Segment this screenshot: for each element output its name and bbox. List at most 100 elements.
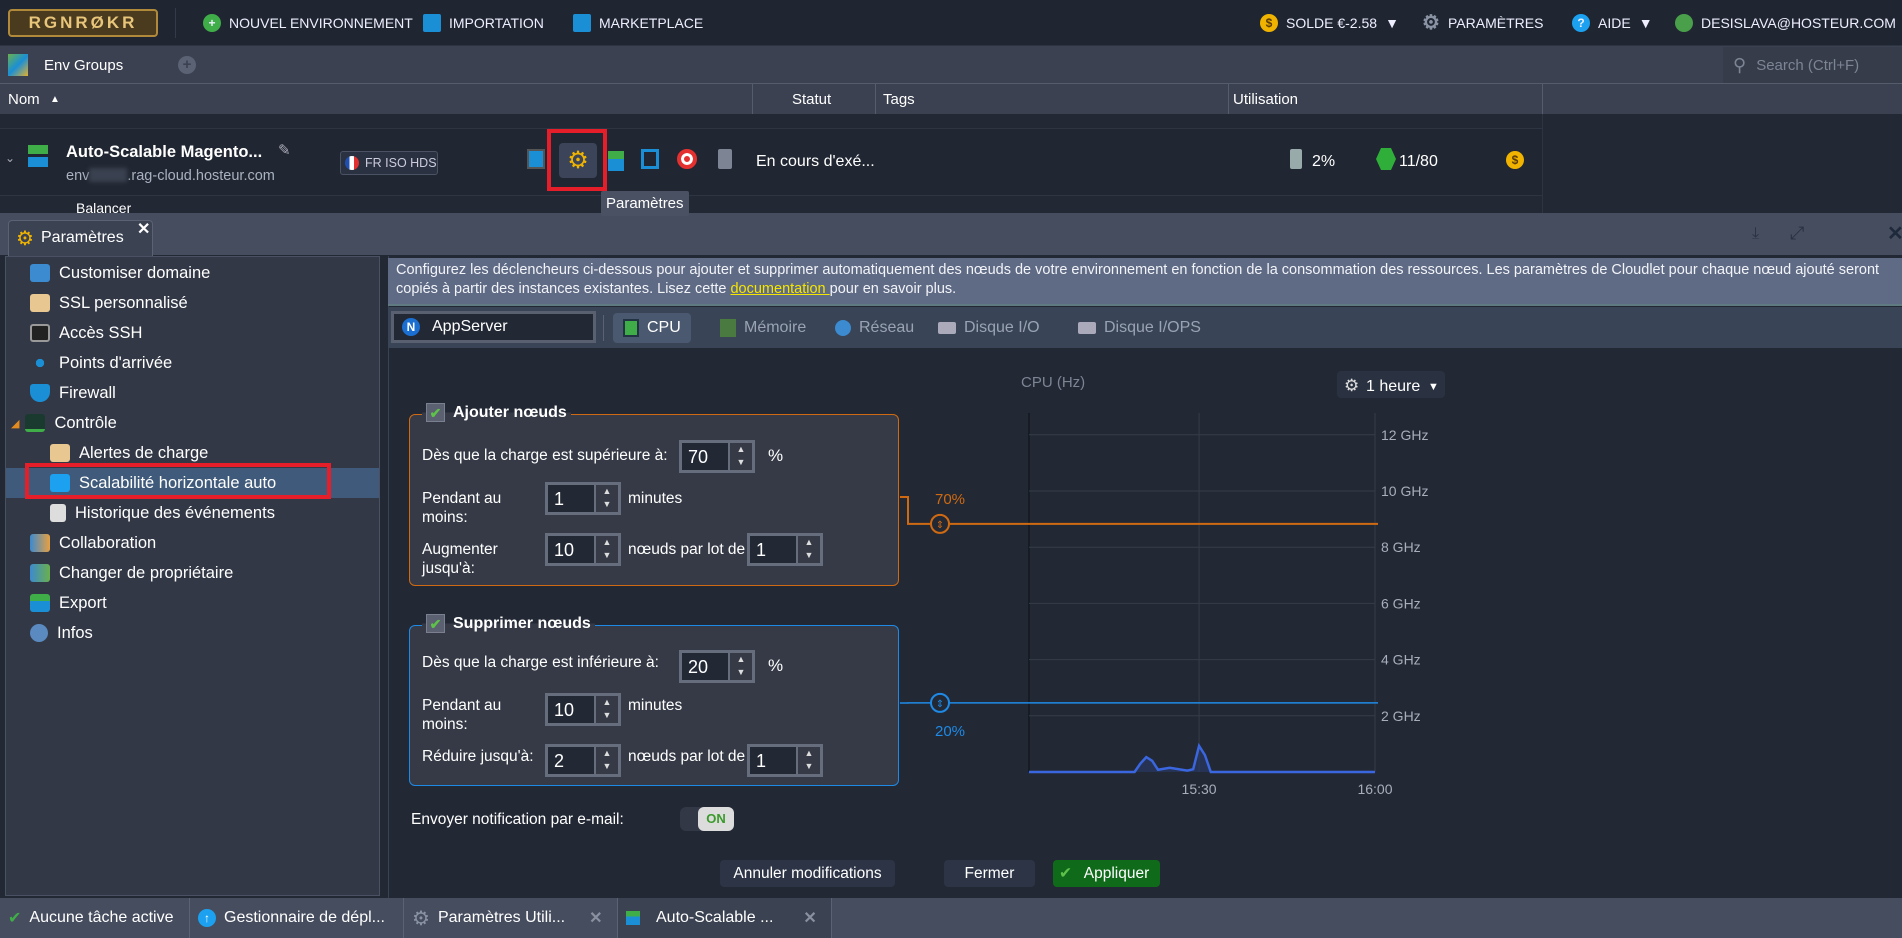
add-batch-stepper[interactable]: 1 ▲ ▼ — [747, 533, 823, 566]
y-tick-label: 4 GHz — [1381, 652, 1421, 668]
plus-icon: + — [203, 14, 221, 32]
environment-name[interactable]: Auto-Scalable Magento... — [66, 143, 262, 162]
tab-disk-io[interactable]: Disque I/O — [928, 313, 1050, 343]
spinner-arrows-icon[interactable]: ▲ ▼ — [594, 536, 618, 563]
close-button[interactable]: Fermer — [944, 860, 1035, 887]
apply-button[interactable]: ✔ Appliquer — [1053, 860, 1160, 887]
close-panel-icon[interactable]: ✕ — [1887, 221, 1902, 246]
column-status[interactable]: Statut — [792, 91, 831, 108]
marketplace-button[interactable]: MARKETPLACE — [573, 0, 703, 46]
task-deployment-manager[interactable]: ↑ Gestionnaire de dépl... — [190, 898, 404, 938]
notify-label: Envoyer notification par e-mail: — [411, 811, 624, 828]
sidebar-item-firewall[interactable]: Firewall — [6, 378, 379, 408]
info-banner: Configurez les déclencheurs ci-dessous p… — [388, 258, 1902, 306]
threshold-line — [900, 496, 1378, 525]
env-groups-link[interactable]: Env Groups — [44, 57, 123, 74]
sidebar-item-monitoring[interactable]: ◢ Contrôle — [6, 408, 379, 438]
cancel-changes-button[interactable]: Annuler modifications — [720, 860, 895, 887]
gear-icon: ⚙ — [1422, 12, 1440, 34]
close-icon[interactable]: ✕ — [589, 908, 602, 928]
money-bag-icon: $ — [1260, 14, 1278, 32]
add-max-nodes-stepper[interactable]: 10 ▲ ▼ — [545, 533, 621, 566]
tab-cpu[interactable]: CPU — [613, 313, 691, 343]
environment-row[interactable]: ⌄ Auto-Scalable Magento... ✎ env .rag-clo… — [0, 128, 1542, 196]
period-dropdown[interactable]: ⚙ 1 heure ▼ — [1337, 371, 1445, 398]
task-auto-scalable[interactable]: Auto-Scalable ... ✕ — [618, 898, 832, 938]
edit-icon[interactable]: ✎ — [278, 141, 291, 159]
sidebar-item-collaboration[interactable]: Collaboration — [6, 528, 379, 558]
sidebar-item-ssl[interactable]: SSL personnalisé — [6, 288, 379, 318]
import-button[interactable]: IMPORTATION — [423, 0, 544, 46]
export-icon — [30, 594, 50, 612]
close-tab-icon[interactable]: ✕ — [137, 219, 150, 239]
spinner-arrows-icon[interactable]: ▲ ▼ — [728, 653, 752, 680]
y-tick-label: 12 GHz — [1381, 427, 1428, 443]
threshold-label: 70% — [935, 491, 965, 508]
tab-parametres[interactable]: ⚙ Paramètres ✕ — [8, 220, 153, 256]
maximize-icon[interactable]: ⤢ — [1790, 223, 1804, 244]
spinner-arrows-icon[interactable]: ▲ ▼ — [594, 485, 618, 512]
clone-icon[interactable] — [641, 149, 659, 169]
add-group-icon[interactable]: + — [178, 56, 196, 74]
column-usage[interactable]: Utilisation — [1233, 91, 1298, 108]
remove-duration-stepper[interactable]: 10 ▲ ▼ — [545, 693, 621, 726]
cloud-upload-icon: ↑ — [198, 909, 216, 927]
balance-menu[interactable]: $ SOLDE €-2.58 ▼ — [1260, 0, 1399, 46]
sidebar-item-ssh[interactable]: Accès SSH — [6, 318, 379, 348]
tab-network[interactable]: Réseau — [825, 313, 924, 343]
sidebar-item-change-owner[interactable]: Changer de propriétaire — [6, 558, 379, 588]
threshold-label: 20% — [935, 723, 965, 740]
column-header: Nom ▲ Statut Tags Utilisation — [0, 84, 1902, 114]
add-node-icon[interactable] — [608, 151, 624, 171]
sidebar-item-endpoints[interactable]: Points d'arrivée — [6, 348, 379, 378]
gear-icon: ⚙ — [1344, 376, 1359, 395]
import-icon — [423, 14, 441, 32]
environment-topology-icon — [626, 911, 640, 925]
spinner-arrows-icon[interactable]: ▲ ▼ — [594, 747, 618, 774]
spinner-arrows-icon[interactable]: ▲ ▼ — [728, 443, 752, 470]
new-environment-button[interactable]: + NOUVEL ENVIRONNEMENT — [203, 0, 413, 46]
user-icon — [1675, 14, 1693, 32]
environment-domain[interactable]: env .rag-cloud.hosteur.com — [66, 168, 275, 184]
download-icon[interactable]: ⤓ — [1752, 225, 1759, 243]
stop-icon[interactable] — [677, 149, 697, 169]
spinner-arrows-icon[interactable]: ▲ ▼ — [796, 747, 820, 774]
shield-icon — [30, 384, 50, 402]
remove-nodes-checkbox[interactable]: ✔ — [426, 614, 445, 633]
chevron-down-icon[interactable]: ⌄ — [5, 151, 15, 165]
column-tags[interactable]: Tags — [883, 91, 915, 108]
documentation-link[interactable]: documentation — [730, 281, 829, 297]
settings-button[interactable]: ⚙ PARAMÈTRES — [1422, 0, 1543, 46]
remove-load-threshold-stepper[interactable]: 20 ▲ ▼ — [679, 650, 755, 683]
close-icon[interactable]: ✕ — [803, 908, 816, 928]
disk-usage: 2% — [1312, 153, 1336, 170]
add-duration-stepper[interactable]: 1 ▲ ▼ — [545, 482, 621, 515]
remove-batch-stepper[interactable]: 1 ▲ ▼ — [747, 744, 823, 777]
billing-icon[interactable]: $ — [1506, 151, 1524, 169]
sidebar-item-event-history[interactable]: Historique des événements — [6, 498, 379, 528]
task-user-settings[interactable]: ⚙ Paramètres Utili... ✕ — [404, 898, 618, 938]
column-name[interactable]: Nom — [8, 91, 40, 108]
spinner-arrows-icon[interactable]: ▲ ▼ — [594, 696, 618, 723]
trash-icon[interactable] — [718, 149, 732, 169]
user-menu[interactable]: DESISLAVA@HOSTEUR.COM▼ — [1675, 0, 1902, 46]
add-load-threshold-stepper[interactable]: 70 ▲ ▼ — [679, 440, 755, 473]
nginx-icon: N — [402, 318, 420, 336]
spinner-arrows-icon[interactable]: ▲ ▼ — [796, 536, 820, 563]
task-status[interactable]: ✔ Aucune tâche active — [0, 898, 190, 938]
open-in-browser-icon[interactable] — [527, 149, 545, 169]
remove-min-nodes-stepper[interactable]: 2 ▲ ▼ — [545, 744, 621, 777]
sidebar-item-export[interactable]: Export — [6, 588, 379, 618]
sidebar-item-info[interactable]: Infos — [6, 618, 379, 648]
help-menu[interactable]: ? AIDE ▼ — [1572, 0, 1653, 46]
sidebar-item-custom-domain[interactable]: Customiser domaine — [6, 258, 379, 288]
env-groups-icon — [8, 54, 28, 76]
tab-disk-iops[interactable]: Disque I/OPS — [1068, 313, 1211, 343]
search-input[interactable]: ⚲ Search (Ctrl+F) — [1723, 47, 1902, 83]
tab-memory[interactable]: Mémoire — [710, 313, 816, 343]
add-nodes-checkbox[interactable]: ✔ — [426, 403, 445, 422]
collapse-triangle-icon[interactable]: ◢ — [11, 417, 19, 430]
email-notification-toggle[interactable]: ON — [680, 807, 734, 831]
node-selector[interactable]: N AppServer — [391, 311, 596, 343]
env-groups-bar: Env Groups + ⚲ Search (Ctrl+F) — [0, 46, 1902, 84]
